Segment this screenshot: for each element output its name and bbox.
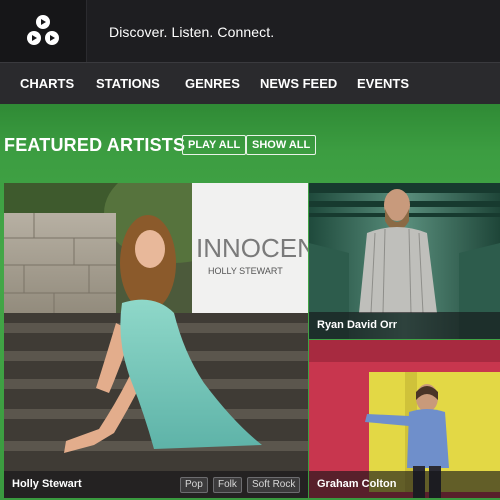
play-all-button[interactable]: PLAY ALL (182, 135, 247, 155)
nav-item-stations[interactable]: STATIONS (96, 76, 160, 91)
show-all-button[interactable]: SHOW ALL (246, 135, 317, 155)
artist-caption: Ryan David Orr (309, 312, 500, 339)
artist-name: Ryan David Orr (317, 319, 398, 331)
main-nav: CHARTS STATIONS GENRES NEWS FEED EVENTS (0, 62, 500, 105)
genre-tag-soft-rock[interactable]: Soft Rock (247, 477, 301, 493)
nav-item-charts[interactable]: CHARTS (20, 76, 74, 91)
genre-tag-folk[interactable]: Folk (213, 477, 242, 493)
featured-artists-section: FEATURED ARTISTS PLAY ALL SHOW ALL INNOC… (0, 104, 500, 500)
section-title: FEATURED ARTISTS (4, 135, 186, 155)
genre-tag-pop[interactable]: Pop (180, 477, 208, 493)
artist-name: Holly Stewart (12, 478, 82, 490)
triangle-circles-logo-icon (27, 15, 59, 45)
nav-item-genres[interactable]: GENRES (185, 76, 240, 91)
artist-caption: Graham Colton (309, 471, 500, 498)
top-bar: Discover. Listen. Connect. (0, 0, 500, 62)
album-title: INNOCENT (196, 233, 308, 263)
album-artist: HOLLY STEWART (208, 266, 283, 276)
artist-card-ryan-david-orr[interactable]: Ryan David Orr (309, 183, 500, 339)
logo[interactable] (0, 0, 87, 62)
nav-item-news-feed[interactable]: NEWS FEED (260, 76, 337, 91)
artist-name: Graham Colton (317, 478, 397, 490)
tagline: Discover. Listen. Connect. (109, 24, 275, 40)
artist-card-graham-colton[interactable]: Graham Colton (309, 340, 500, 498)
artist-photo: INNOCENT HOLLY STEWART (4, 183, 308, 498)
artist-caption: Holly Stewart Pop Folk Soft Rock (4, 471, 308, 498)
nav-item-events[interactable]: EVENTS (357, 76, 409, 91)
artist-card-holly-stewart[interactable]: INNOCENT HOLLY STEWART Holly Stewart Pop… (4, 183, 308, 498)
